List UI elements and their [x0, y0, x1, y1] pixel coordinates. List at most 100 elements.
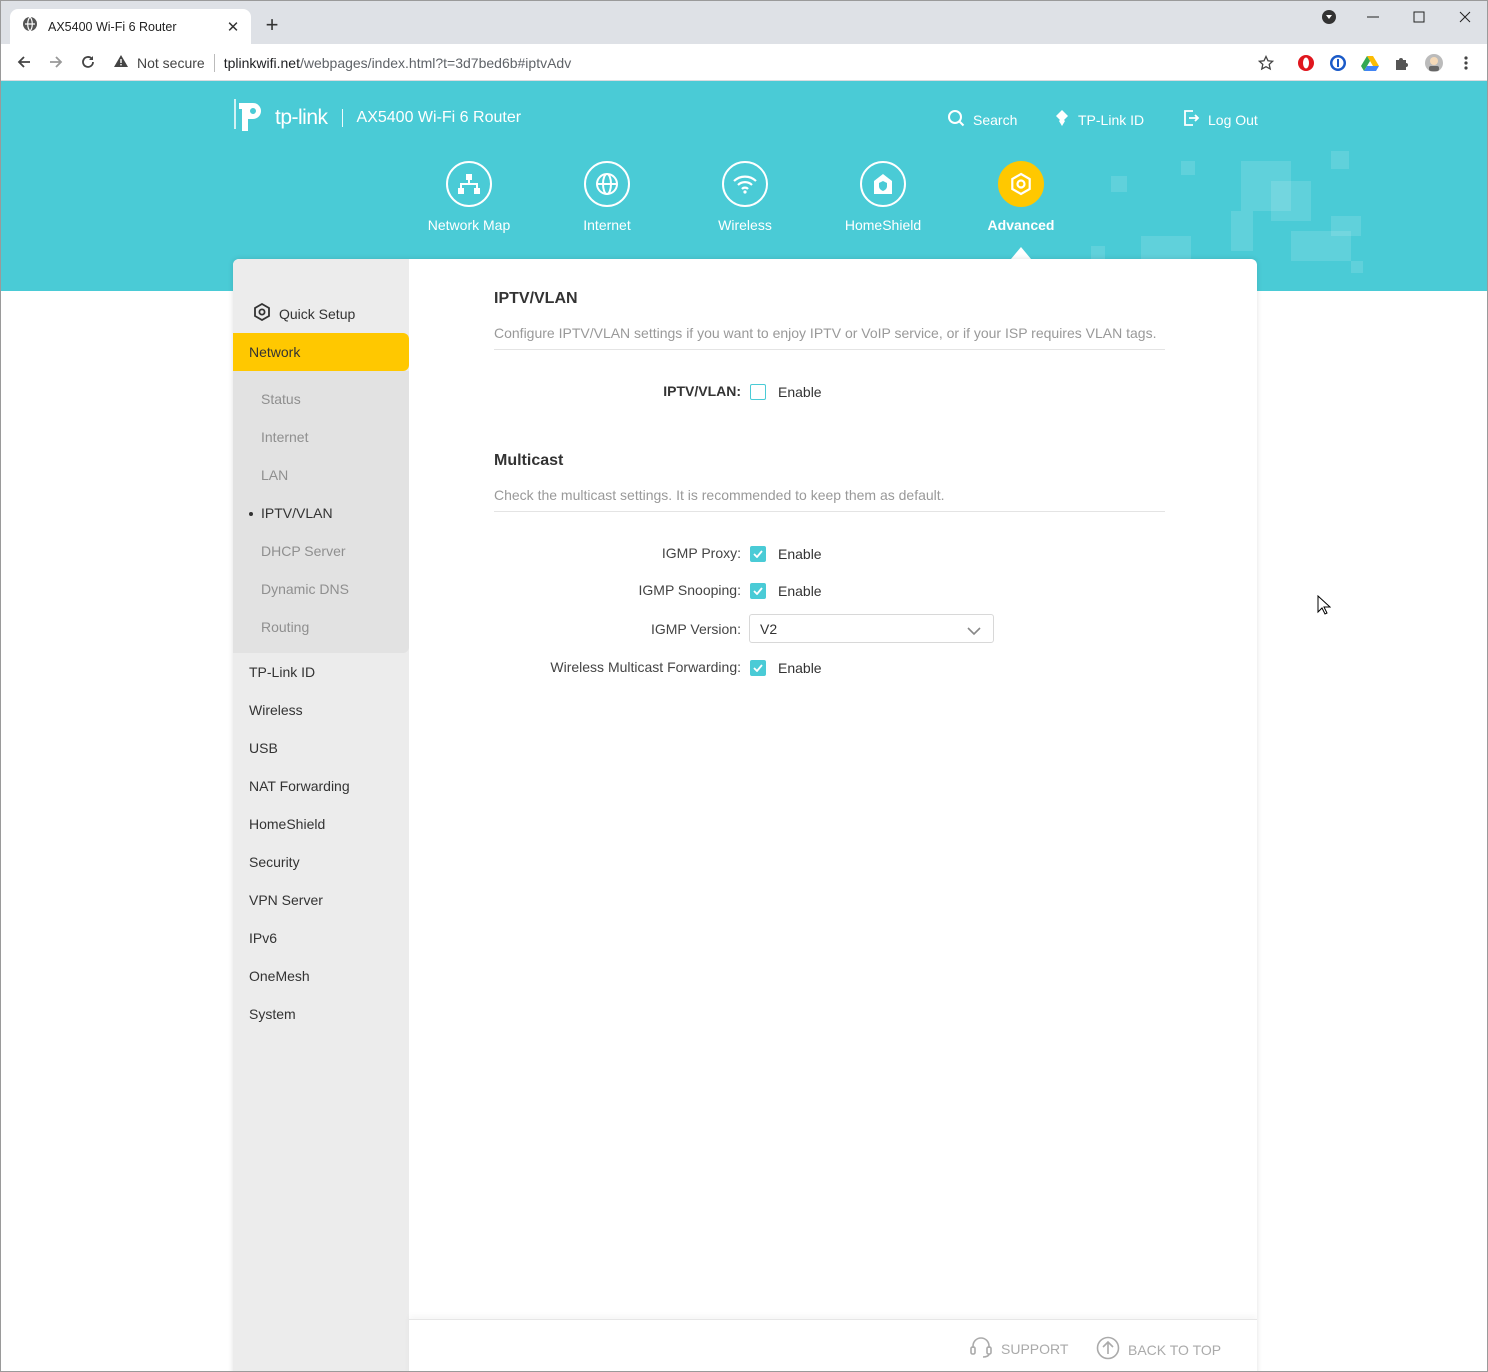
nav-internet[interactable]: Internet: [547, 161, 667, 233]
profile-avatar[interactable]: [1424, 53, 1444, 73]
iptv-vlan-checkbox[interactable]: Enable: [750, 379, 822, 405]
igmp-proxy-row: IGMP Proxy: Enable: [494, 541, 1165, 567]
address-bar: Not secure tplinkwifi.net/webpages/index…: [1, 44, 1487, 81]
minimize-icon[interactable]: [1350, 1, 1396, 33]
support-link[interactable]: SUPPORT: [969, 1336, 1068, 1361]
sidebar-item-onemesh[interactable]: OneMesh: [249, 968, 310, 984]
globe-icon: [584, 161, 630, 207]
iptv-vlan-label: IPTV/VLAN:: [663, 383, 741, 399]
igmp-snooping-row: IGMP Snooping: Enable: [494, 578, 1165, 604]
close-window-icon[interactable]: [1442, 1, 1487, 33]
main-content: IPTV/VLAN Configure IPTV/VLAN settings i…: [409, 259, 1257, 1319]
sidebar-sub-dhcp-server[interactable]: DHCP Server: [261, 543, 346, 559]
not-secure-label[interactable]: Not secure: [137, 55, 205, 71]
new-tab-button[interactable]: +: [259, 12, 285, 38]
sidebar-item-homeshield[interactable]: HomeShield: [249, 816, 325, 832]
headset-icon: [969, 1336, 993, 1361]
maximize-icon[interactable]: [1396, 1, 1442, 33]
nav-label: Internet: [583, 217, 631, 233]
iptv-vlan-row: IPTV/VLAN: Enable: [494, 379, 1165, 405]
arrow-up-circle-icon: [1096, 1336, 1120, 1363]
chrome-menu-icon[interactable]: [1456, 53, 1476, 73]
wmf-label: Wireless Multicast Forwarding:: [550, 659, 741, 675]
sidebar-sub-lan[interactable]: LAN: [261, 467, 288, 483]
sidebar-sub-iptv-vlan[interactable]: IPTV/VLAN: [249, 505, 333, 521]
iptv-section-description: Configure IPTV/VLAN settings if you want…: [494, 325, 1157, 341]
nav-wireless[interactable]: Wireless: [685, 161, 805, 233]
sidebar-item-nat-forwarding[interactable]: NAT Forwarding: [249, 778, 350, 794]
nav-network-map[interactable]: Network Map: [409, 161, 529, 233]
search-label: Search: [973, 111, 1018, 128]
igmp-snooping-label: IGMP Snooping:: [638, 582, 741, 598]
password-manager-icon[interactable]: [1328, 53, 1348, 73]
sidebar-item-usb[interactable]: USB: [249, 740, 278, 756]
sidebar-sub-label: IPTV/VLAN: [261, 505, 333, 521]
reload-icon[interactable]: [77, 52, 99, 72]
igmp-version-label: IGMP Version:: [650, 621, 741, 637]
multicast-section-description: Check the multicast settings. It is reco…: [494, 487, 945, 503]
brand-name: tp-link: [275, 105, 328, 129]
tplink-id-link[interactable]: TP-Link ID: [1054, 109, 1144, 130]
sidebar-sub-dynamic-dns[interactable]: Dynamic DNS: [261, 581, 349, 597]
close-tab-icon[interactable]: ✕: [225, 18, 241, 36]
extensions-puzzle-icon[interactable]: [1392, 53, 1412, 73]
wmf-row: Wireless Multicast Forwarding: Enable: [494, 655, 1165, 681]
support-label: SUPPORT: [1001, 1340, 1069, 1357]
nav-label: Network Map: [427, 217, 511, 233]
checkmark-icon: [750, 660, 766, 676]
network-submenu: Status Internet LAN IPTV/VLAN DHCP Serve…: [233, 371, 409, 653]
chevron-down-icon: [967, 623, 981, 639]
multicast-section-title: Multicast: [494, 452, 564, 469]
bookmark-star-icon[interactable]: [1256, 53, 1276, 73]
opera-extension-icon[interactable]: [1296, 53, 1316, 73]
globe-icon: [22, 16, 38, 37]
divider: [494, 511, 1165, 512]
sidebar-item-vpn-server[interactable]: VPN Server: [249, 892, 323, 908]
quick-setup-icon: [253, 302, 271, 324]
sidebar-item-system[interactable]: System: [249, 1006, 296, 1022]
nav-label: HomeShield: [844, 217, 922, 233]
warning-icon: [113, 54, 129, 71]
nav-homeshield[interactable]: HomeShield: [823, 161, 943, 233]
sidebar-item-wireless[interactable]: Wireless: [249, 702, 303, 718]
router-model: AX5400 Wi-Fi 6 Router: [356, 108, 522, 126]
igmp-version-select[interactable]: V2: [749, 614, 994, 643]
mouse-cursor-icon: [1317, 594, 1332, 620]
sidebar-sub-routing[interactable]: Routing: [261, 619, 309, 635]
tplink-id-label: TP-Link ID: [1078, 111, 1145, 128]
enable-label: Enable: [778, 546, 822, 562]
search-icon: [947, 109, 965, 130]
drive-extension-icon[interactable]: [1360, 53, 1380, 73]
page-footer: SUPPORT BACK TO TOP: [409, 1319, 1257, 1371]
igmp-proxy-checkbox[interactable]: Enable: [750, 541, 822, 567]
sidebar-item-quick-setup[interactable]: Quick Setup: [245, 302, 355, 324]
profile-menu-icon[interactable]: [1306, 1, 1352, 33]
url-path: /webpages/index.html?t=3d7bed6b#iptvAdv: [299, 54, 572, 71]
sidebar-item-security[interactable]: Security: [249, 854, 300, 870]
sidebar-item-network[interactable]: Network: [233, 333, 409, 371]
homeshield-icon: [860, 161, 906, 207]
back-to-top-label: BACK TO TOP: [1128, 1341, 1222, 1358]
active-dot: [249, 512, 253, 516]
url-field[interactable]: Not secure tplinkwifi.net/webpages/index…: [113, 48, 1283, 77]
forward-icon[interactable]: [45, 52, 67, 72]
search-link[interactable]: Search: [947, 109, 1017, 130]
browser-tab[interactable]: AX5400 Wi-Fi 6 Router ✕: [10, 9, 251, 44]
divider: [213, 53, 215, 72]
network-map-icon: [446, 161, 492, 207]
nav-advanced[interactable]: Advanced: [961, 161, 1081, 233]
sidebar-item-ipv6[interactable]: IPv6: [249, 930, 277, 946]
settings-panel: Quick Setup Network Status Internet LAN …: [233, 259, 1257, 1371]
sidebar-sub-internet[interactable]: Internet: [261, 429, 308, 445]
tab-bar: AX5400 Wi-Fi 6 Router ✕ +: [1, 1, 1487, 44]
wmf-checkbox[interactable]: Enable: [750, 655, 822, 681]
igmp-snooping-checkbox[interactable]: Enable: [750, 578, 822, 604]
back-to-top-link[interactable]: BACK TO TOP: [1096, 1336, 1221, 1363]
checkmark-icon: [750, 583, 766, 599]
brand-divider: [341, 108, 343, 127]
logout-link[interactable]: Log Out: [1182, 109, 1258, 130]
sidebar-sub-status[interactable]: Status: [261, 391, 301, 407]
enable-label: Enable: [778, 583, 822, 599]
sidebar-item-tplink-id[interactable]: TP-Link ID: [249, 664, 315, 680]
back-icon[interactable]: [13, 52, 35, 72]
